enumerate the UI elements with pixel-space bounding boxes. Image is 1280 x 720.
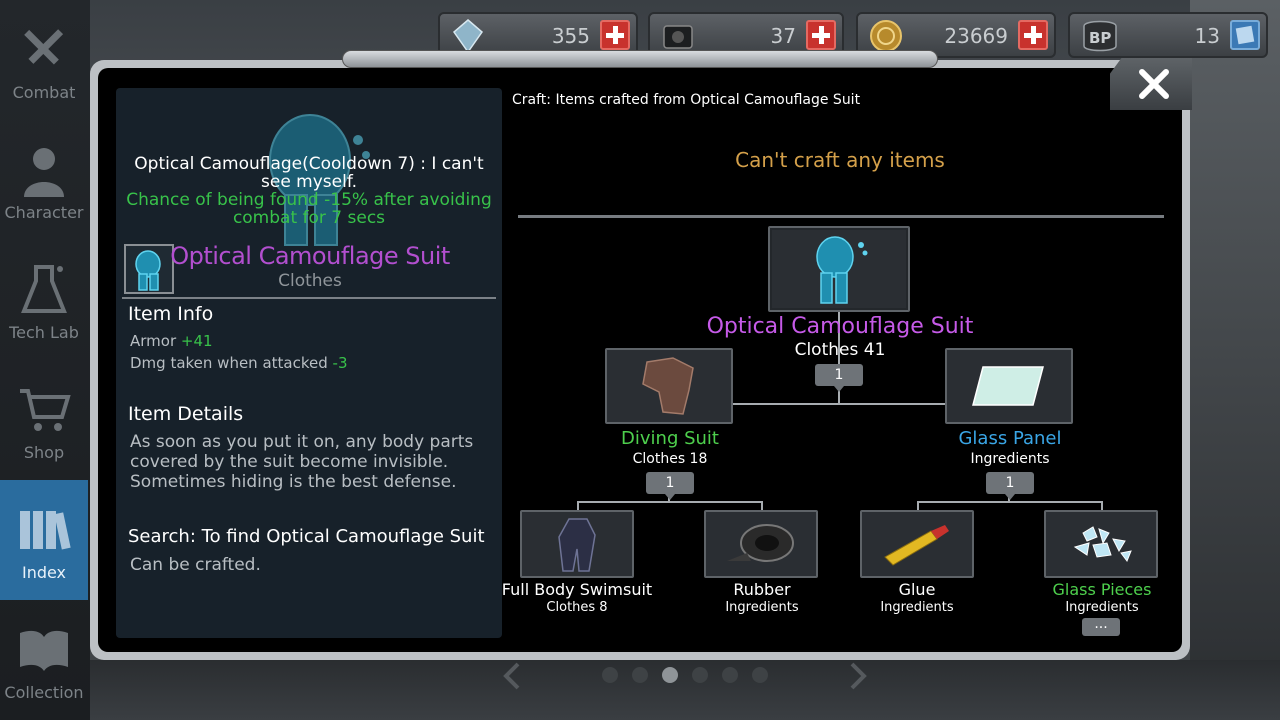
craft-node-name: Full Body Swimsuit bbox=[501, 580, 653, 599]
sidebar-item-label: Combat bbox=[12, 82, 76, 102]
craft-node-name: Glass Panel bbox=[958, 428, 1062, 449]
camouflage-suit-icon bbox=[816, 236, 868, 304]
divider bbox=[122, 297, 496, 299]
craft-node-root[interactable] bbox=[768, 226, 910, 312]
combat-icon bbox=[14, 19, 74, 79]
add-drive-button[interactable] bbox=[806, 20, 836, 50]
sidebar-item-label: Character bbox=[4, 202, 84, 222]
sidebar-item-label: Index bbox=[21, 562, 67, 582]
craft-node-name: Glass Pieces bbox=[1052, 580, 1152, 599]
effect-description: Chance of being found -15% after avoidin… bbox=[126, 190, 492, 228]
close-icon[interactable] bbox=[1136, 66, 1172, 102]
craft-node-name: Diving Suit bbox=[621, 428, 719, 449]
book-icon bbox=[14, 619, 74, 679]
stat-label: Armor bbox=[130, 332, 177, 350]
item-description: As soon as you put it on, any body parts… bbox=[130, 432, 474, 492]
craft-node-diving-suit[interactable] bbox=[605, 348, 733, 424]
count-badge: 1 bbox=[815, 364, 863, 392]
craft-node-name: Optical Camouflage Suit bbox=[706, 314, 974, 339]
craft-header: Craft: Items crafted from Optical Camouf… bbox=[512, 92, 861, 108]
add-crystal-button[interactable] bbox=[600, 20, 630, 50]
cart-icon bbox=[14, 379, 74, 439]
sidebar-item-tech-lab[interactable]: Tech Lab bbox=[0, 240, 88, 360]
stat-dmg-taken: Dmg taken when attacked -3 bbox=[130, 354, 348, 372]
craft-node-sub: Clothes 8 bbox=[546, 600, 608, 615]
craft-node-glass-panel[interactable] bbox=[945, 348, 1073, 424]
craft-node-rubber[interactable] bbox=[704, 510, 818, 578]
character-icon bbox=[14, 139, 74, 199]
craft-node-sub: Ingredients bbox=[970, 451, 1050, 467]
craft-node-full-body-swimsuit[interactable] bbox=[520, 510, 634, 578]
tree-line bbox=[577, 501, 763, 503]
add-coin-button[interactable] bbox=[1018, 20, 1048, 50]
swimsuit-icon bbox=[558, 518, 596, 572]
tree-line bbox=[917, 501, 1103, 503]
page-dot[interactable] bbox=[632, 667, 648, 683]
craft-node-glue[interactable] bbox=[860, 510, 974, 578]
glass-panel-icon bbox=[972, 366, 1044, 406]
currency-value: 355 bbox=[551, 24, 590, 48]
stat-armor: Armor +41 bbox=[130, 332, 213, 350]
craft-status: Can't craft any items bbox=[735, 148, 945, 172]
page-dot[interactable] bbox=[602, 667, 618, 683]
item-type: Clothes bbox=[278, 271, 342, 291]
coin-icon bbox=[868, 18, 904, 54]
background-bottom bbox=[90, 660, 1280, 720]
next-page-arrow[interactable] bbox=[848, 660, 868, 692]
currency-bp: BP 13 bbox=[1068, 12, 1268, 58]
bp-icon: BP bbox=[1080, 18, 1117, 54]
craft-node-sub: Ingredients bbox=[880, 600, 954, 615]
rubber-icon bbox=[727, 524, 794, 562]
search-hint: Search: To find Optical Camouflage Suit bbox=[128, 526, 485, 547]
divider bbox=[518, 215, 1164, 218]
currency-value: 23669 bbox=[944, 24, 1008, 48]
sidebar-item-label: Shop bbox=[23, 442, 65, 462]
stat-value: +41 bbox=[180, 332, 213, 350]
effect-title: Optical Camouflage(Cooldown 7) : I can't… bbox=[134, 154, 484, 192]
prev-page-arrow[interactable] bbox=[502, 660, 522, 692]
glue-icon bbox=[884, 525, 949, 566]
page-dot-active[interactable] bbox=[662, 667, 678, 683]
sidebar-item-character[interactable]: Character bbox=[0, 120, 88, 240]
page-dot[interactable] bbox=[722, 667, 738, 683]
item-name: Optical Camouflage Suit bbox=[170, 242, 450, 270]
currency-value: 13 bbox=[1194, 24, 1220, 48]
flask-icon bbox=[14, 259, 74, 319]
tree-line bbox=[732, 403, 946, 405]
sidebar: Combat Character Tech Lab Shop Index Col… bbox=[0, 0, 90, 720]
glass-pieces-icon bbox=[1073, 526, 1132, 563]
craft-node-name: Glue bbox=[898, 580, 936, 599]
sidebar-item-label: Tech Lab bbox=[9, 322, 79, 342]
craftable-status: Can be crafted. bbox=[130, 555, 261, 575]
drive-icon bbox=[660, 18, 696, 54]
bp-info-button[interactable] bbox=[1230, 20, 1260, 50]
more-button[interactable]: ... bbox=[1082, 617, 1120, 636]
count-badge: 1 bbox=[986, 472, 1034, 500]
diving-suit-icon bbox=[642, 357, 694, 415]
item-details-title: Item Details bbox=[128, 403, 244, 425]
craft-node-sub: Clothes 41 bbox=[794, 340, 886, 360]
page-dot[interactable] bbox=[692, 667, 708, 683]
books-icon bbox=[14, 499, 74, 559]
sidebar-item-label: Collection bbox=[4, 682, 84, 702]
craft-node-sub: Clothes 18 bbox=[632, 451, 708, 467]
background-right bbox=[1190, 0, 1280, 720]
craft-node-glass-pieces[interactable] bbox=[1044, 510, 1158, 578]
stat-value: -3 bbox=[332, 354, 348, 372]
currency-value: 37 bbox=[770, 24, 796, 48]
page-dot[interactable] bbox=[752, 667, 768, 683]
stat-label: Dmg taken when attacked bbox=[130, 354, 328, 372]
svg-text:BP: BP bbox=[1089, 29, 1111, 47]
sidebar-item-collection[interactable]: Collection bbox=[0, 600, 88, 720]
item-info-title: Item Info bbox=[128, 303, 214, 325]
item-effect: Optical Camouflage(Cooldown 7) : I can't… bbox=[124, 155, 494, 227]
crystal-icon bbox=[450, 18, 486, 54]
modal-handle[interactable] bbox=[342, 50, 938, 68]
craft-node-sub: Ingredients bbox=[1065, 600, 1139, 615]
sidebar-item-shop[interactable]: Shop bbox=[0, 360, 88, 480]
sidebar-item-combat[interactable]: Combat bbox=[0, 0, 88, 120]
count-badge: 1 bbox=[646, 472, 694, 500]
sidebar-item-index[interactable]: Index bbox=[0, 480, 88, 600]
